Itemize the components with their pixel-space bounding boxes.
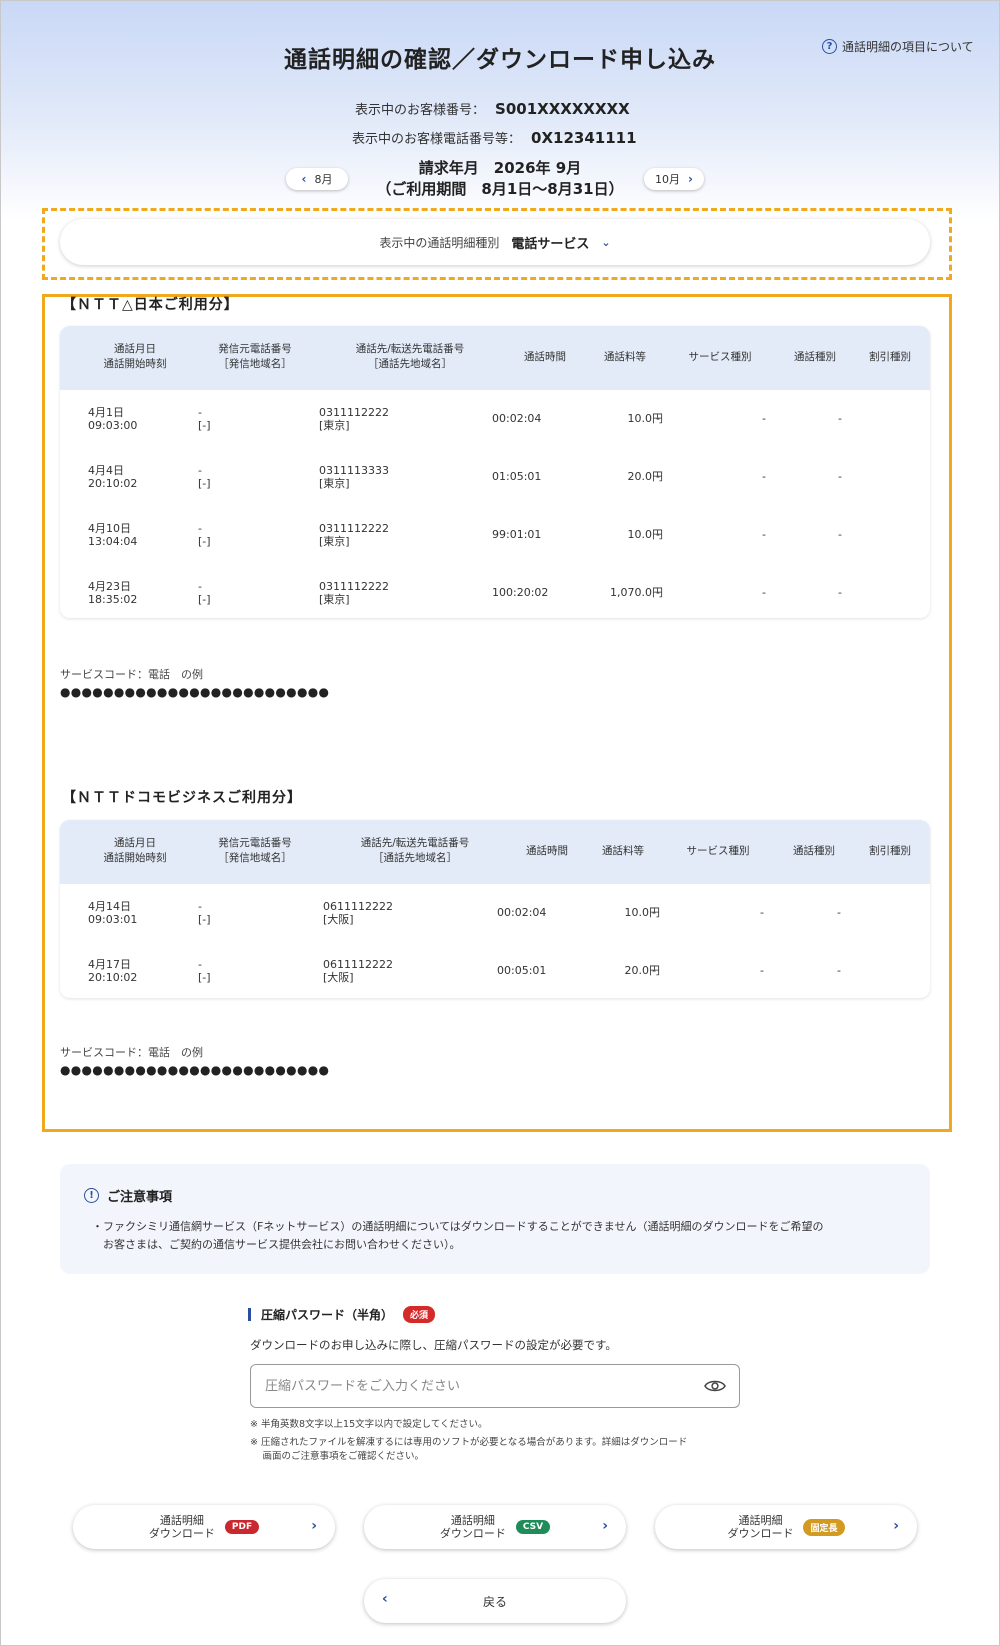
info-icon: ! <box>84 1188 99 1203</box>
col-date: 通話月日 通話開始時刻 <box>103 343 167 370</box>
col-service: サービス種別 <box>686 845 750 857</box>
pdf-download-button[interactable]: 通話明細 ダウンロード PDF › <box>73 1505 335 1549</box>
call-table: 通話月日 通話開始時刻 発信元電話番号 ［発信地域名］ 通話先/転送先電話番号 ［通話… <box>60 820 930 998</box>
back-label: 戻る <box>482 1594 507 1609</box>
table-header: 通話月日 通話開始時刻 発信元電話番号 ［発信地域名］ 通話先/転送先電話番号 ［通話… <box>60 820 930 884</box>
col-date: 通話月日 通話開始時刻 <box>103 837 167 864</box>
chevron-right-icon: › <box>688 172 693 186</box>
label-accent-bar <box>248 1308 251 1321</box>
help-link[interactable]: ? 通話明細の項目について <box>822 38 974 55</box>
customer-phone-row: 表示中のお客様電話番号等： 0X12341111 <box>352 128 637 147</box>
col-to: 通話先/転送先電話番号 ［通話先地域名］ <box>355 343 465 370</box>
detail-type-value: 電話サービス <box>511 236 590 252</box>
col-from: 発信元電話番号 ［発信地域名］ <box>218 837 292 864</box>
fixed-length-download-button[interactable]: 通話明細 ダウンロード 固定長 › <box>655 1505 917 1549</box>
detail-type-label: 表示中の通話明細種別 <box>379 235 500 250</box>
col-fee: 通話料等 <box>604 351 646 363</box>
service-code-label: サービスコード：電話 の例 <box>60 1046 203 1059</box>
section-title: 【ＮＴＴドコモビジネスご利用分】 <box>62 790 302 806</box>
notice-heading: ! ご注意事項 <box>84 1186 172 1205</box>
customer-phone: 0X12341111 <box>531 129 637 147</box>
table-row: 4月1日 09:03:00 - [-] 0311112222 [東京] 00:02:0… <box>88 406 842 432</box>
table-row: 4月10日 13:04:04 - [-] 0311112222 [東京] 99:01:… <box>88 522 842 548</box>
csv-badge: CSV <box>515 1520 551 1534</box>
password-note: ※ 半角英数8文字以上15文字以内で設定してください。 <box>250 1419 488 1430</box>
password-description: ダウンロードのお申し込みに際し、圧縮パスワードの設定が必要です。 <box>250 1338 617 1352</box>
service-code-value: ●●●●●●●●●●●●●●●●●●●●●●●●● <box>60 1063 330 1077</box>
customer-number: S001XXXXXXXX <box>495 100 630 118</box>
question-icon: ? <box>822 39 837 54</box>
billing-month: 請求年月 2026年 9月 <box>418 159 582 177</box>
table-row: 4月14日 09:03:01 - [-] 0611112222 [大阪] 00:02:… <box>88 900 841 926</box>
col-fee: 通話料等 <box>602 845 644 857</box>
section-title: 【ＮＴＴ△日本ご利用分】 <box>62 297 239 313</box>
csv-download-button[interactable]: 通話明細 ダウンロード CSV › <box>364 1505 626 1549</box>
table-header: 通話月日 通話開始時刻 発信元電話番号 ［発信地域名］ 通話先/転送先電話番号 ［通話… <box>60 326 930 390</box>
customer-number-label: 表示中のお客様番号： <box>355 103 486 118</box>
eye-icon[interactable] <box>704 1378 726 1394</box>
billing-period: 請求年月 2026年 9月 （ご利用期間 8月1日〜8月31日） <box>350 158 650 200</box>
detail-type-selector[interactable]: 表示中の通話明細種別 電話サービス ⌄ <box>60 219 930 265</box>
password-note: ※ 圧縮されたファイルを解凍するには専用のソフトが必要となる場合があります。詳細… <box>250 1437 688 1462</box>
table-row: 4月23日 18:35:02 - [-] 0311112222 [東京] 100:20… <box>88 580 842 606</box>
col-call-type: 通話種別 <box>794 351 836 363</box>
notice-title: ご注意事項 <box>107 1190 173 1205</box>
service-code-value: ●●●●●●●●●●●●●●●●●●●●●●●●● <box>60 685 330 699</box>
chevron-right-icon: › <box>602 1518 608 1534</box>
password-label-text: 圧縮パスワード（半角） <box>261 1308 394 1322</box>
col-call-type: 通話種別 <box>793 845 835 857</box>
usage-period: （ご利用期間 8月1日〜8月31日） <box>376 180 624 198</box>
col-discount: 割引種別 <box>869 351 911 363</box>
chevron-down-icon: ⌄ <box>601 235 611 249</box>
table-row: 4月17日 20:10:02 - [-] 0611112222 [大阪] 00:05:… <box>88 958 841 984</box>
next-month-label: 10月 <box>655 173 681 186</box>
prev-month-button[interactable]: ‹ 8月 <box>286 168 348 190</box>
customer-number-row: 表示中のお客様番号： S001XXXXXXXX <box>355 99 630 118</box>
chevron-left-icon: ‹ <box>382 1591 388 1607</box>
col-from: 発信元電話番号 ［発信地域名］ <box>218 343 292 370</box>
col-discount: 割引種別 <box>869 845 911 857</box>
chevron-left-icon: ‹ <box>301 172 307 186</box>
chevron-right-icon: › <box>311 1518 317 1534</box>
required-badge: 必須 <box>403 1306 436 1323</box>
back-button[interactable]: ‹ 戻る <box>364 1579 626 1623</box>
customer-phone-label: 表示中のお客様電話番号等： <box>352 132 522 147</box>
col-service: サービス種別 <box>688 351 752 363</box>
password-label: 圧縮パスワード（半角） 必須 <box>248 1306 436 1323</box>
password-input[interactable] <box>250 1364 740 1408</box>
notice-text: ・ファクシミリ通信網サービス（Fネットサービス）の通話明細についてはダウンロード… <box>92 1220 824 1251</box>
fixed-length-badge: 固定長 <box>803 1518 845 1536</box>
pdf-badge: PDF <box>224 1520 260 1534</box>
col-to: 通話先/転送先電話番号 ［通話先地域名］ <box>360 837 470 864</box>
col-duration: 通話時間 <box>524 351 566 363</box>
prev-month-label: 8月 <box>314 173 333 186</box>
next-month-button[interactable]: 10月 › <box>644 168 704 190</box>
service-code-label: サービスコード：電話 の例 <box>60 668 203 681</box>
help-link-label: 通話明細の項目について <box>842 40 974 54</box>
table-row: 4月4日 20:10:02 - [-] 0311113333 [東京] 01:05:0… <box>88 464 842 490</box>
chevron-right-icon: › <box>893 1518 899 1534</box>
call-table: 通話月日 通話開始時刻 発信元電話番号 ［発信地域名］ 通話先/転送先電話番号 ［通話… <box>60 326 930 618</box>
